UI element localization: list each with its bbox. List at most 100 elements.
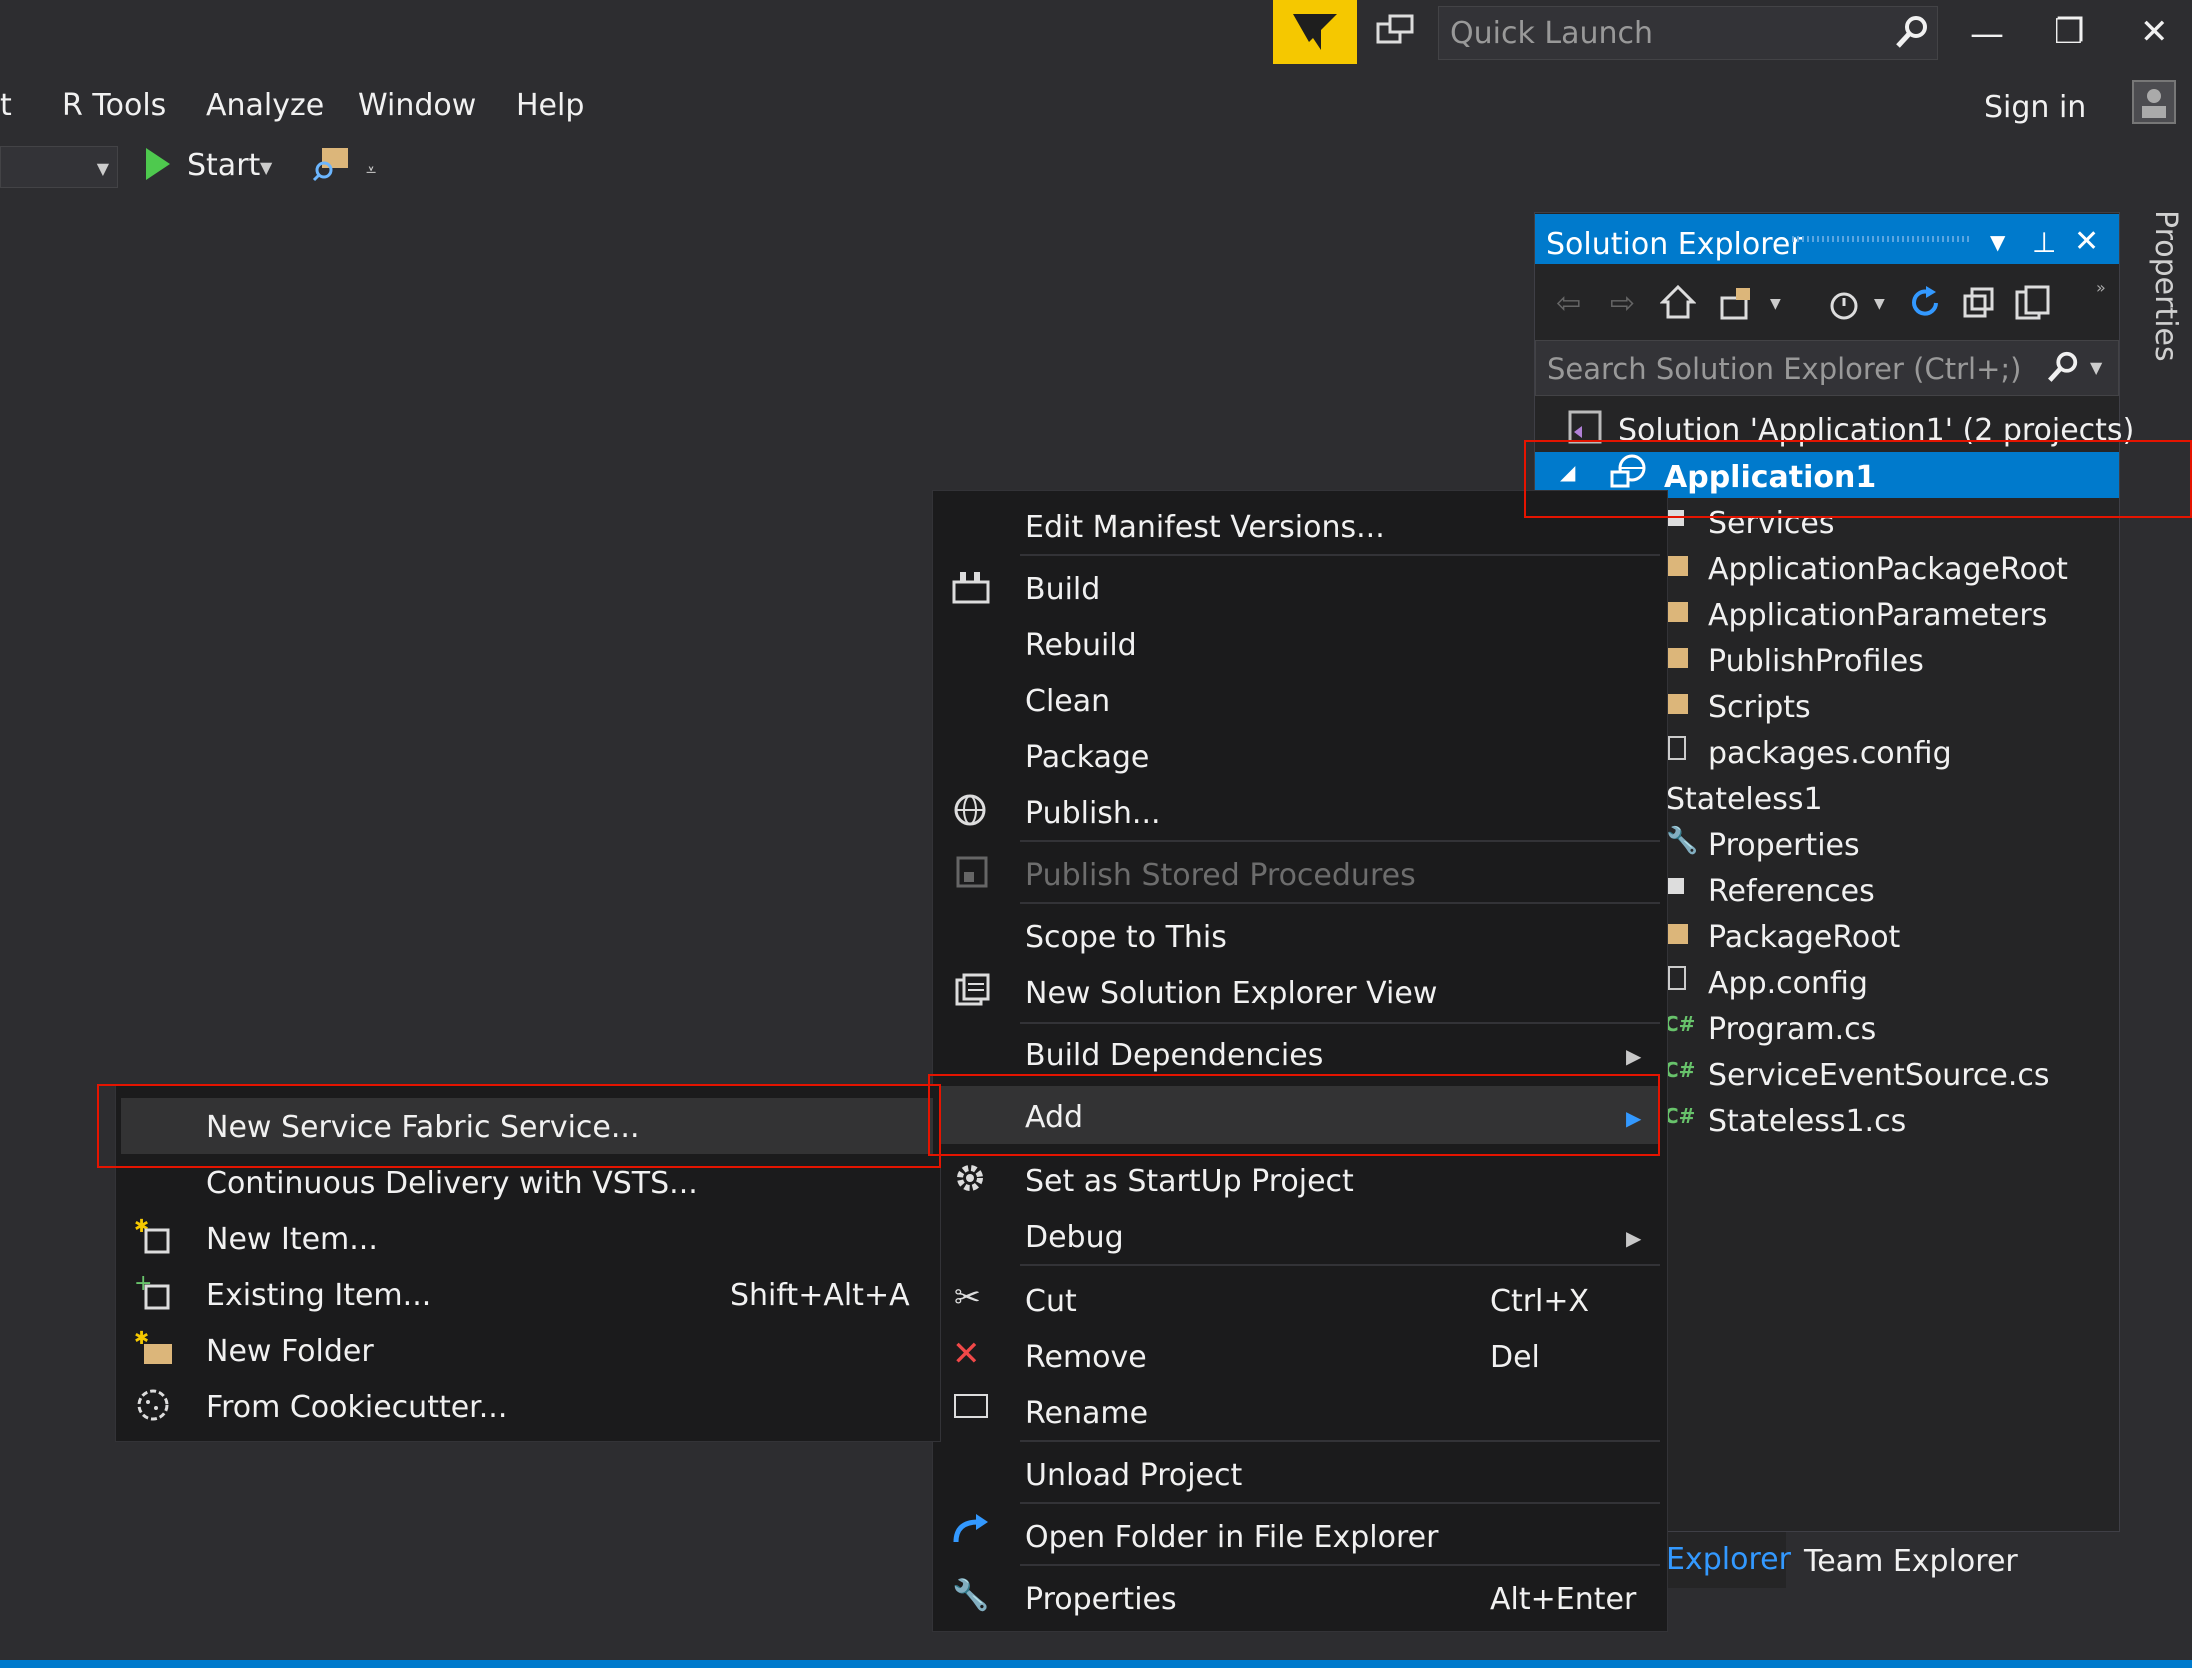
tree-item-stateless1-cs[interactable]: Stateless1.cs — [1708, 1104, 1906, 1139]
search-placeholder: Search Solution Explorer (Ctrl+;) — [1547, 352, 2022, 386]
menu-help[interactable]: Help — [516, 88, 584, 123]
menu-item-rebuild[interactable]: Rebuild — [1025, 628, 1137, 663]
play-icon[interactable] — [146, 148, 170, 184]
folder-icon — [1666, 602, 1688, 622]
menu-item-open-folder-in-file-explorer[interactable]: Open Folder in File Explorer — [1025, 1520, 1438, 1555]
forward-icon[interactable]: ⇨ — [1610, 286, 1635, 321]
menu-item-edit-manifest-versions[interactable]: Edit Manifest Versions... — [1025, 510, 1385, 545]
start-button[interactable]: Start — [187, 148, 260, 183]
menu-item-unload-project[interactable]: Unload Project — [1025, 1458, 1242, 1493]
folder-icon — [1666, 924, 1688, 944]
tree-item-stateless1[interactable]: Stateless1 — [1666, 782, 1823, 817]
submenu-item-new-item[interactable]: New Item... — [206, 1222, 378, 1257]
tree-item-publishprofiles[interactable]: PublishProfiles — [1708, 644, 1924, 679]
tree-item-scripts[interactable]: Scripts — [1708, 690, 1811, 725]
csharp-icon: C# — [1664, 1012, 1696, 1036]
new-folder-icon: ✱ — [134, 1328, 174, 1372]
folder-icon — [1666, 648, 1688, 668]
back-icon[interactable]: ⇦ — [1556, 286, 1581, 321]
feedback-logo[interactable] — [1273, 0, 1357, 64]
tree-item-applicationparameters[interactable]: ApplicationParameters — [1708, 598, 2047, 633]
search-icon[interactable] — [1894, 14, 1930, 54]
menu-item-set-as-startup-project[interactable]: Set as StartUp Project — [1025, 1164, 1354, 1199]
globe-icon — [952, 792, 990, 832]
csharp-icon: C# — [1664, 1104, 1696, 1128]
chevron-down-icon[interactable]: ▼ — [1874, 296, 1885, 312]
menu-item-clean[interactable]: Clean — [1025, 684, 1110, 719]
home-icon[interactable] — [1659, 284, 1697, 324]
menu-r-tools[interactable]: R Tools — [62, 88, 166, 123]
menu-item-scope-to-this[interactable]: Scope to This — [1025, 920, 1227, 955]
tab-solution-explorer-label: Explorer — [1666, 1542, 1791, 1577]
properties-tab[interactable]: Properties — [2148, 210, 2183, 362]
pin-icon[interactable]: ⊥ — [2032, 226, 2056, 259]
menu-item-rename[interactable]: Rename — [1025, 1396, 1148, 1431]
close-button[interactable]: ✕ — [2140, 12, 2169, 52]
avatar[interactable] — [2132, 80, 2176, 124]
separator — [1020, 902, 1660, 904]
solution-explorer-title: Solution Explorer — [1546, 227, 1803, 262]
tree-item-packageroot[interactable]: PackageRoot — [1708, 920, 1900, 955]
tree-item-references[interactable]: References — [1708, 874, 1875, 909]
remove-icon: ✕ — [952, 1334, 981, 1374]
chevron-down-icon[interactable]: ▼ — [1990, 230, 2005, 254]
tree-item-applicationpackageroot[interactable]: ApplicationPackageRoot — [1708, 552, 2068, 587]
submenu-item-new-folder[interactable]: New Folder — [206, 1334, 374, 1369]
references-icon — [1668, 878, 1684, 894]
separator — [1020, 1502, 1660, 1504]
tree-item-packages-config[interactable]: packages.config — [1708, 736, 1952, 771]
menu-window[interactable]: Window — [358, 88, 476, 123]
menu-truncated[interactable]: t — [0, 88, 12, 123]
refresh-icon[interactable] — [1906, 284, 1944, 326]
scissors-icon: ✂ — [954, 1278, 981, 1316]
menu-analyze[interactable]: Analyze — [206, 88, 324, 123]
chevron-down-icon[interactable]: ▼ — [2090, 358, 2102, 377]
separator — [1020, 1264, 1660, 1266]
minimize-button[interactable]: — — [1970, 14, 2004, 54]
notifications-icon[interactable] — [1376, 14, 1416, 54]
gear-icon — [952, 1160, 988, 1200]
menu-item-package[interactable]: Package — [1025, 740, 1149, 775]
menu-item-new-solution-explorer-view[interactable]: New Solution Explorer View — [1025, 976, 1437, 1011]
tree-item-program-cs[interactable]: Program.cs — [1708, 1012, 1876, 1047]
toolbar-overflow-icon[interactable]: » — [2096, 278, 2106, 297]
menu-item-cut[interactable]: Cut — [1025, 1284, 1077, 1319]
highlight-box-application1 — [1524, 440, 2192, 518]
config-dropdown[interactable]: ▼ — [0, 146, 118, 188]
publish-sp-icon — [954, 854, 990, 894]
menu-item-publish-stored-procedures: Publish Stored Procedures — [1025, 858, 1416, 893]
menu-item-remove[interactable]: Remove — [1025, 1340, 1147, 1375]
toolbar-overflow-icon[interactable]: ⩡ — [366, 160, 376, 181]
chevron-down-icon: ▼ — [96, 159, 109, 178]
new-view-icon — [954, 972, 990, 1012]
close-icon[interactable]: ✕ — [2074, 224, 2099, 259]
highlight-box-new-service-fabric-service — [97, 1084, 941, 1168]
restore-button[interactable]: ❐ — [2054, 12, 2084, 52]
search-icon[interactable] — [2046, 350, 2080, 388]
tree-item-serviceeventsource-cs[interactable]: ServiceEventSource.cs — [1708, 1058, 2050, 1093]
existing-item-icon: + — [134, 1271, 172, 1316]
menu-item-build-dependencies[interactable]: Build Dependencies — [1025, 1038, 1323, 1073]
user-icon — [2142, 89, 2166, 118]
sign-in-link[interactable]: Sign in — [1984, 90, 2086, 125]
collapse-all-icon[interactable] — [1962, 286, 1996, 324]
submenu-item-from-cookiecutter[interactable]: From Cookiecutter... — [206, 1390, 507, 1425]
file-icon — [1668, 966, 1686, 990]
tab-team-explorer[interactable]: Team Explorer — [1804, 1544, 2018, 1579]
tree-item-app-config[interactable]: App.config — [1708, 966, 1868, 1001]
menu-item-debug[interactable]: Debug — [1025, 1220, 1124, 1255]
menu-item-properties[interactable]: Properties — [1025, 1582, 1177, 1617]
find-in-folder-icon[interactable] — [312, 144, 350, 186]
sync-view-icon[interactable] — [1718, 286, 1758, 326]
shortcut-existing-item: Shift+Alt+A — [730, 1278, 910, 1313]
tree-item-properties[interactable]: Properties — [1708, 828, 1860, 863]
chevron-down-icon[interactable]: ▼ — [260, 158, 272, 177]
submenu-item-continuous-delivery[interactable]: Continuous Delivery with VSTS... — [206, 1166, 698, 1201]
pending-changes-icon[interactable] — [1824, 286, 1860, 326]
show-all-files-icon[interactable] — [2014, 284, 2052, 326]
submenu-item-existing-item[interactable]: Existing Item... — [206, 1278, 431, 1313]
menu-item-publish[interactable]: Publish... — [1025, 796, 1161, 831]
chevron-down-icon[interactable]: ▼ — [1770, 296, 1781, 312]
menu-item-build[interactable]: Build — [1025, 572, 1100, 607]
submenu-arrow-icon: ▶ — [1626, 1226, 1642, 1250]
